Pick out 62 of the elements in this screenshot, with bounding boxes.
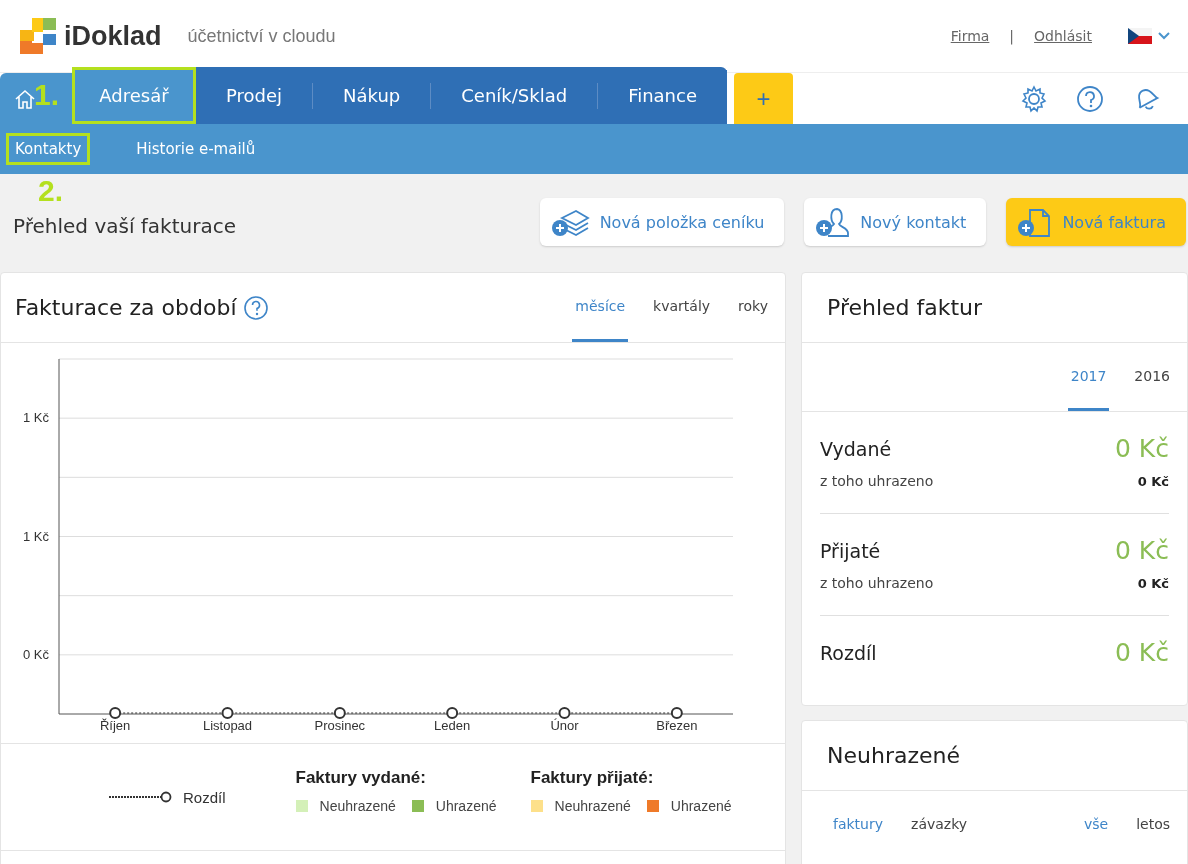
tagline: účetnictví v cloudu bbox=[187, 25, 336, 47]
card-title: Přehled faktur bbox=[827, 295, 983, 320]
period-tab[interactable]: měsíce bbox=[572, 273, 629, 342]
summary-label: Rozdíl bbox=[820, 641, 877, 664]
settings-icon[interactable] bbox=[1020, 84, 1048, 113]
paid-label: z toho uhrazeno bbox=[820, 575, 934, 591]
paid-amount: 0 Kč bbox=[1137, 473, 1169, 489]
flag-icon[interactable] bbox=[1128, 28, 1152, 44]
legend-label: Rozdíl bbox=[183, 788, 226, 806]
legend-title: Faktury přijaté: bbox=[530, 768, 655, 788]
y-axis-label: 1 Kč bbox=[23, 410, 49, 426]
year-tab[interactable]: 2016 bbox=[1131, 343, 1173, 411]
dotted-line-icon bbox=[109, 791, 173, 803]
x-axis-label: Říjen bbox=[100, 718, 131, 733]
step-number: 2. bbox=[38, 174, 64, 208]
subnav-tab[interactable]: Kontakty bbox=[9, 136, 88, 162]
page-title: Přehled vaší fakturace bbox=[13, 214, 237, 238]
home-icon[interactable] bbox=[14, 87, 36, 110]
card-title: Fakturace za období bbox=[15, 295, 237, 320]
add-document-icon bbox=[1016, 206, 1053, 238]
action-button[interactable]: Nová položka ceníku bbox=[539, 198, 785, 246]
logout-link[interactable]: Odhlásit bbox=[1034, 28, 1092, 44]
add-contact-icon bbox=[814, 206, 851, 238]
summary-amount: 0 Kč bbox=[1115, 536, 1169, 565]
paid-label: z toho uhrazeno bbox=[820, 473, 934, 489]
y-axis-label: 1 Kč bbox=[23, 528, 49, 544]
action-button[interactable]: Nový kontakt bbox=[804, 198, 987, 246]
step-number: 1. bbox=[34, 78, 60, 112]
subnav-tab[interactable]: Historie e-mailů bbox=[130, 136, 262, 162]
summary-label: Přijaté bbox=[820, 539, 881, 562]
summary-amount: 0 Kč bbox=[1115, 638, 1169, 667]
chevron-down-icon[interactable] bbox=[1158, 32, 1170, 40]
link-separator: | bbox=[1009, 28, 1015, 44]
logo-text: iDoklad bbox=[64, 20, 162, 52]
nav-tab[interactable]: Adresář bbox=[75, 70, 193, 121]
summary-amount: 0 Kč bbox=[1115, 434, 1169, 463]
legend-label: Uhrazené bbox=[670, 798, 732, 814]
range-tab[interactable]: vše bbox=[1080, 791, 1112, 859]
period-tab[interactable]: kvartály bbox=[650, 273, 714, 342]
legend-label: Neuhrazené bbox=[554, 798, 631, 814]
range-tab[interactable]: letos bbox=[1133, 791, 1173, 859]
summary-label: Vydané bbox=[820, 437, 892, 460]
x-axis-label: Březen bbox=[656, 718, 698, 733]
add-button[interactable]: + bbox=[734, 73, 793, 124]
legend-label: Uhrazené bbox=[435, 798, 497, 814]
help-icon[interactable] bbox=[242, 294, 269, 321]
help-icon[interactable] bbox=[1076, 84, 1104, 113]
year-tab[interactable]: 2017 bbox=[1067, 343, 1110, 411]
x-axis-label: Listopad bbox=[202, 718, 253, 733]
legend-label: Neuhrazené bbox=[319, 798, 396, 814]
period-tab[interactable]: roky bbox=[735, 273, 771, 342]
type-tab[interactable]: závazky bbox=[908, 791, 971, 859]
legend-title: Faktury vydané: bbox=[295, 768, 427, 788]
company-link[interactable]: Firma bbox=[950, 28, 990, 44]
x-axis-label: Únor bbox=[550, 718, 579, 733]
paid-amount: 0 Kč bbox=[1137, 575, 1169, 591]
x-axis-label: Leden bbox=[434, 718, 471, 733]
type-tab[interactable]: faktury bbox=[830, 791, 887, 859]
card-title: Neuhrazené bbox=[827, 743, 960, 768]
x-axis-label: Prosinec bbox=[314, 718, 366, 733]
y-axis-label: 0 Kč bbox=[23, 646, 49, 662]
logo-icon bbox=[18, 16, 58, 56]
